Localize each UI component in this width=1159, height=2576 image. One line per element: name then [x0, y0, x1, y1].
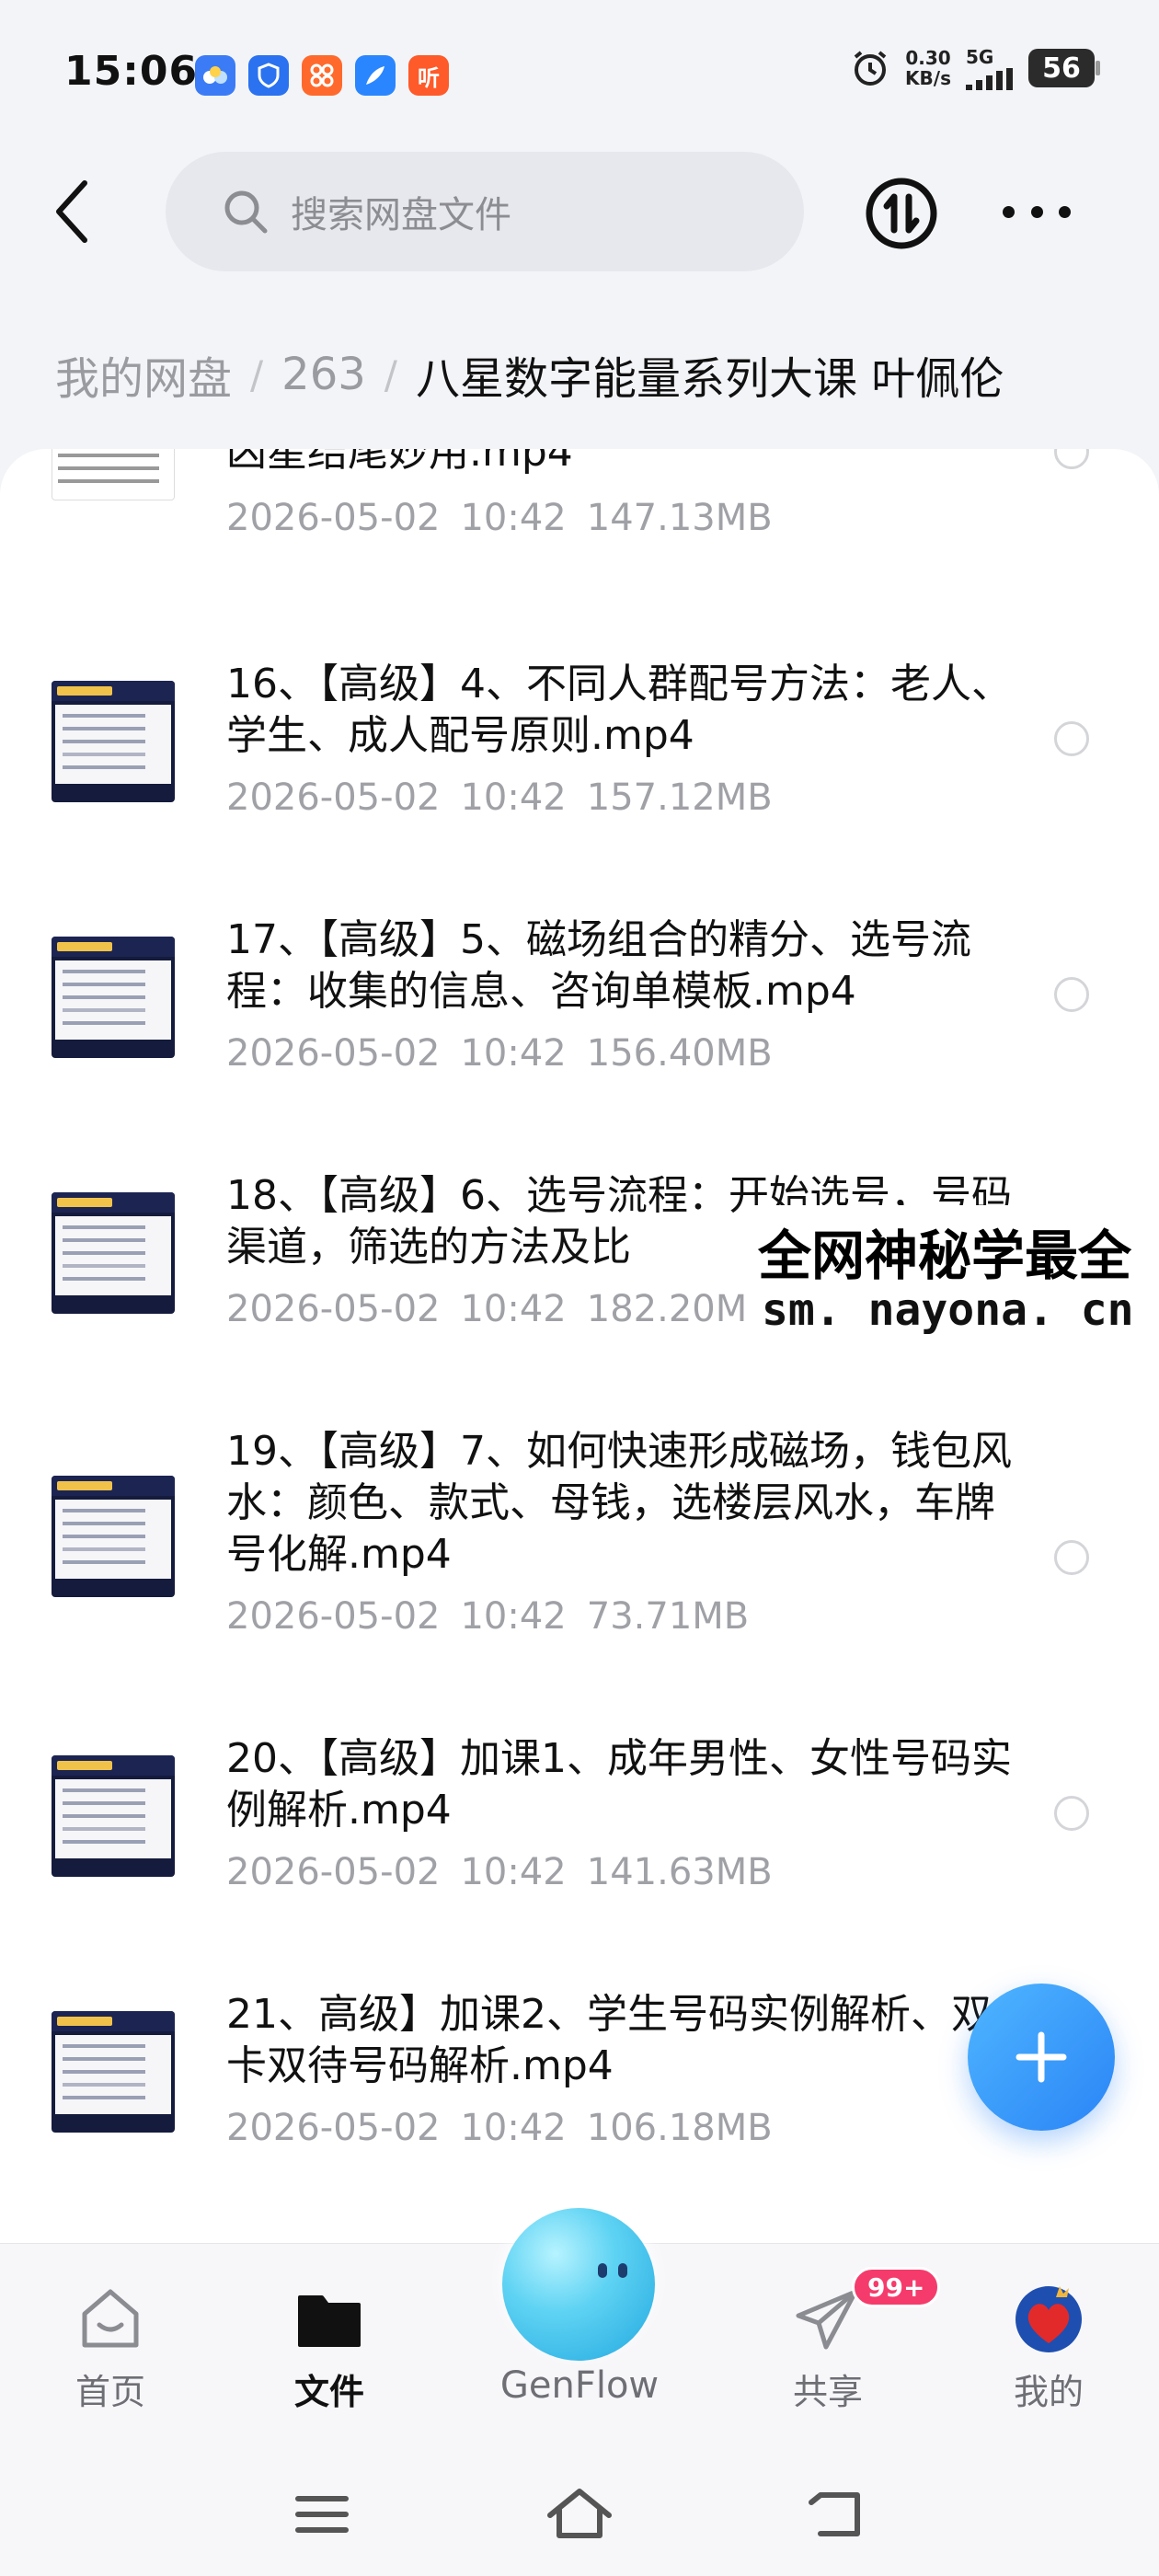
select-radio[interactable] [1054, 1796, 1089, 1831]
video-thumbnail [52, 1476, 175, 1597]
back-button[interactable] [44, 175, 99, 248]
menu-icon[interactable] [285, 2482, 359, 2547]
network-speed: 0.30 KB/s [905, 47, 951, 89]
video-thumbnail [52, 1192, 175, 1314]
search-icon [224, 190, 268, 234]
add-button[interactable] [968, 1984, 1115, 2131]
watermark-url: sm. nayona. cn [762, 1284, 1134, 1336]
file-name: 21、高级】加课2、学生号码实例解析、双卡双待号码解析.mp4 [226, 1991, 992, 2089]
breadcrumb: 我的网盘 / 263 / 八星数字能量系列大课 叶佩伦 [55, 342, 1004, 407]
alarm-clock-icon [854, 51, 887, 86]
file-name: 19、【高级】7、如何快速形成磁场，钱包风水：颜色、款式、母钱，选楼层风水，车牌… [226, 1428, 1012, 1578]
nav-label-files: 文件 [293, 2372, 364, 2412]
status-bar: 15:06 听 0.30 KB/s 5G 56 [0, 0, 1159, 152]
shield-app-icon [248, 55, 289, 96]
select-radio[interactable] [1054, 977, 1089, 1012]
network-type: 5G [966, 46, 994, 68]
signal-indicator: 5G [966, 46, 1014, 90]
video-thumbnail [52, 937, 175, 1058]
system-nav-bar [0, 2455, 1159, 2576]
nav-item-files[interactable]: 文件 [247, 2244, 412, 2455]
select-radio[interactable] [1054, 449, 1089, 469]
sort-button[interactable] [865, 177, 938, 250]
breadcrumb-separator: / [250, 351, 264, 397]
genflow-button[interactable] [502, 2208, 655, 2361]
video-thumbnail [52, 449, 175, 500]
file-item[interactable]: 凶星结尾妙用.mp4 2026-05-02 10:42 147.13MB [0, 449, 1159, 648]
plus-icon [1016, 2031, 1067, 2083]
file-name: 凶星结尾妙用.mp4 [226, 449, 573, 476]
status-app-icons: 听 [195, 55, 449, 96]
video-thumbnail [52, 1755, 175, 1877]
breadcrumb-separator: / [384, 351, 397, 397]
nav-label-genflow: GenFlow [499, 2364, 660, 2407]
sort-order-icon [866, 178, 937, 249]
back-nav-icon[interactable] [800, 2482, 874, 2547]
file-meta: 2026-05-02 10:42 157.12MB [226, 776, 773, 819]
file-item[interactable]: 20、【高级】加课1、成年男性、女性号码实例解析.mp4 2026-05-02 1… [0, 1733, 1159, 1954]
file-item[interactable]: 17、【高级】5、磁场组合的精分、选号流程：收集的信息、咨询单模板.mp4 20… [0, 914, 1159, 1135]
search-input[interactable]: 搜索网盘文件 [166, 152, 804, 271]
more-dot-icon [1059, 205, 1071, 218]
watermark-overlay: 全网神秘学最全 sm. nayona. cn [747, 1205, 1159, 1352]
more-dot-icon [1003, 205, 1015, 218]
status-time: 15:06 [64, 48, 199, 95]
file-meta: 2026-05-02 10:42 182.20MB [226, 1288, 773, 1330]
file-meta: 2026-05-02 10:42 141.63MB [226, 1851, 773, 1893]
more-options-button[interactable] [1003, 184, 1071, 239]
ting-app-icon: 听 [408, 55, 449, 96]
file-meta: 2026-05-02 10:42 156.40MB [226, 1032, 773, 1075]
file-name: 16、【高级】4、不同人群配号方法：老人、学生、成人配号原则.mp4 [226, 661, 1012, 759]
watermark-title: 全网神秘学最全 [758, 1225, 1132, 1287]
signal-bars-icon [966, 68, 1013, 90]
nav-label-share: 共享 [792, 2372, 863, 2412]
file-meta: 2026-05-02 10:42 106.18MB [226, 2107, 773, 2149]
status-indicators: 0.30 KB/s 5G 56 [850, 46, 1100, 90]
genflow-eye-icon [618, 2263, 627, 2278]
file-meta: 2026-05-02 10:42 147.13MB [226, 497, 773, 539]
chevron-left-icon [56, 180, 87, 243]
avatar [1016, 2286, 1082, 2352]
home-icon [82, 2289, 139, 2348]
file-name: 20、【高级】加课1、成年男性、女性号码实例解析.mp4 [226, 1735, 1012, 1834]
select-radio[interactable] [1054, 1540, 1089, 1575]
video-thumbnail [52, 2011, 175, 2133]
breadcrumb-current: 八星数字能量系列大课 叶佩伦 [415, 353, 1004, 405]
nav-item-home[interactable]: 首页 [28, 2244, 193, 2455]
home-nav-icon[interactable] [543, 2482, 616, 2547]
more-dot-icon [1030, 205, 1043, 218]
grid-app-icon [302, 55, 342, 96]
breadcrumb-root[interactable]: 我的网盘 [55, 342, 232, 407]
share-badge: 99+ [852, 2267, 941, 2307]
file-item[interactable]: 19、【高级】7、如何快速形成磁场，钱包风水：颜色、款式、母钱，选楼层风水，车牌… [0, 1426, 1159, 1702]
baidu-netdisk-app-icon [195, 55, 235, 96]
nav-label-home: 首页 [75, 2372, 145, 2412]
folder-icon [298, 2295, 361, 2347]
breadcrumb-level1[interactable]: 263 [281, 349, 366, 400]
nav-label-mine: 我的 [1013, 2372, 1084, 2412]
nav-item-mine[interactable]: 我的 [966, 2244, 1131, 2455]
file-item[interactable]: 16、【高级】4、不同人群配号方法：老人、学生、成人配号原则.mp4 2026-… [0, 659, 1159, 880]
feather-app-icon [355, 55, 396, 96]
select-radio[interactable] [1054, 721, 1089, 756]
search-placeholder: 搜索网盘文件 [291, 194, 511, 236]
battery-indicator: 56 [1028, 49, 1100, 87]
file-name: 17、【高级】5、磁场组合的精分、选号流程：收集的信息、咨询单模板.mp4 [226, 916, 971, 1015]
file-meta: 2026-05-02 10:42 73.71MB [226, 1595, 750, 1638]
video-thumbnail [52, 681, 175, 802]
genflow-eye-icon [598, 2263, 607, 2278]
